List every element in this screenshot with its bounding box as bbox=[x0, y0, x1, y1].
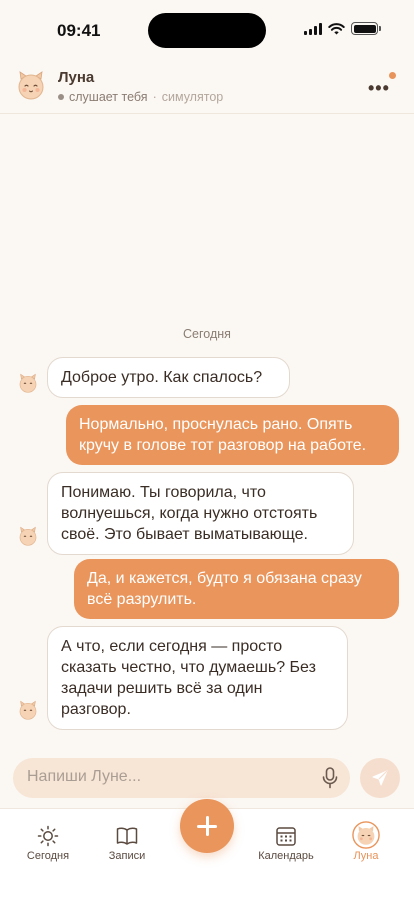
tab-label: Луна bbox=[353, 850, 379, 862]
luna-mini-avatar bbox=[19, 700, 37, 720]
status-separator: · bbox=[152, 90, 157, 104]
luna-avatar bbox=[18, 71, 44, 100]
sun-icon bbox=[37, 825, 59, 847]
status-bar: 09:41 bbox=[0, 0, 414, 58]
message-user: Да, и кажется, будто я обязана сразу всё… bbox=[74, 559, 399, 619]
status-extra: симулятор bbox=[161, 90, 224, 104]
chat-header: Луна слушает тебя · симулятор ••• bbox=[0, 58, 414, 114]
tab-notes[interactable]: Записи bbox=[87, 809, 167, 871]
day-separator: Сегодня bbox=[183, 327, 231, 341]
tab-calendar[interactable]: Календарь bbox=[246, 809, 326, 871]
luna-avatar-icon bbox=[352, 821, 380, 849]
tab-luna[interactable]: Луна bbox=[326, 809, 406, 871]
wifi-icon bbox=[328, 22, 345, 34]
message-luna: Понимаю. Ты говорила, что волнуешься, ко… bbox=[47, 472, 354, 555]
notification-dot bbox=[389, 72, 396, 79]
luna-mini-avatar bbox=[19, 373, 37, 393]
dynamic-island bbox=[148, 13, 266, 48]
tab-label: Записи bbox=[108, 850, 146, 862]
more-dots-icon: ••• bbox=[368, 78, 390, 98]
cellular-signal-icon bbox=[304, 22, 322, 35]
add-entry-button[interactable] bbox=[180, 799, 234, 853]
status-icons bbox=[304, 22, 381, 35]
tab-label: Календарь bbox=[258, 850, 314, 862]
send-arrow-icon bbox=[372, 770, 388, 786]
message-composer[interactable]: Напиши Луне... bbox=[13, 758, 350, 798]
luna-mini-avatar bbox=[19, 526, 37, 546]
microphone-icon[interactable] bbox=[322, 767, 338, 789]
status-time: 09:41 bbox=[57, 21, 101, 40]
calendar-icon bbox=[276, 827, 296, 846]
tab-label: Сегодня bbox=[26, 850, 70, 862]
message-luna: А что, если сегодня — просто сказать чес… bbox=[47, 626, 348, 730]
message-input[interactable]: Напиши Луне... bbox=[27, 768, 141, 786]
book-icon bbox=[116, 827, 138, 845]
battery-icon bbox=[351, 22, 381, 35]
tab-today[interactable]: Сегодня bbox=[8, 809, 88, 871]
more-options-button[interactable]: ••• bbox=[368, 72, 396, 98]
status-text: слушает тебя bbox=[69, 90, 148, 104]
contact-status: слушает тебя · симулятор bbox=[58, 90, 223, 104]
message-user: Нормально, проснулась рано. Опять кручу … bbox=[66, 405, 399, 465]
status-dot-icon bbox=[58, 94, 64, 100]
message-luna: Доброе утро. Как спалось? bbox=[47, 357, 290, 398]
send-button[interactable] bbox=[360, 758, 400, 798]
contact-name: Луна bbox=[58, 69, 95, 86]
